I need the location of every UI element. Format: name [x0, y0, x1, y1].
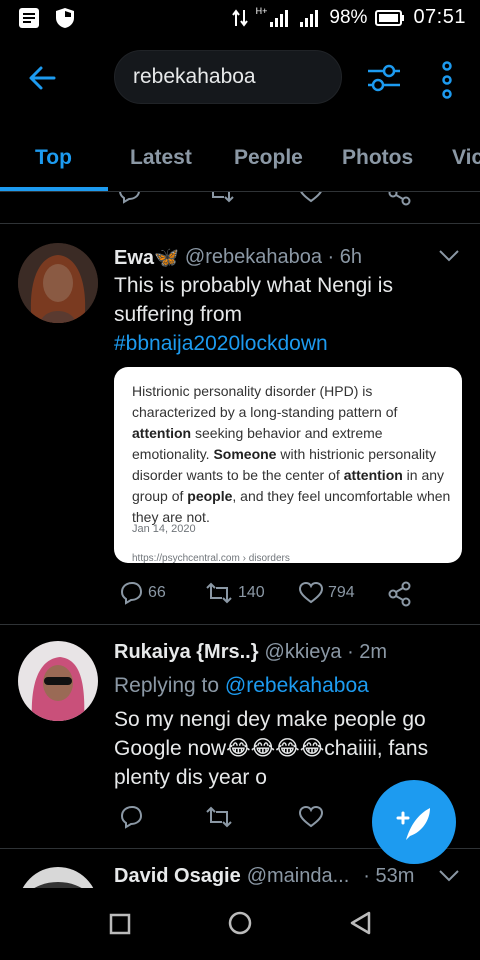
tweet-header: Ewa🦋 @rebekahaboa · 6h	[114, 245, 362, 270]
handle-and-time: @kkieya · 2m	[264, 641, 388, 663]
avatar[interactable]	[18, 641, 98, 721]
tweet-header: David Osagie @mainda... · 53m	[114, 865, 414, 888]
image-text: Histrionic personality disorder (HPD) is…	[132, 383, 451, 525]
retweet-button[interactable]	[204, 805, 234, 829]
like-icon[interactable]	[298, 192, 324, 204]
reply-icon	[120, 805, 143, 829]
tweet-text: This is probably what Nengi is suffering…	[114, 271, 444, 358]
share-icon	[388, 581, 411, 607]
avatar[interactable]	[18, 243, 98, 323]
tweet-actions: 66 140 794	[114, 581, 434, 611]
previous-tweet-actions	[0, 192, 480, 224]
like-icon	[298, 581, 324, 604]
signal-icon	[270, 9, 289, 27]
like-icon	[298, 805, 324, 828]
retweet-icon	[206, 806, 232, 828]
home-icon[interactable]	[227, 910, 253, 936]
replying-label: Replying to	[114, 674, 225, 697]
tab-top[interactable]: Top	[35, 146, 72, 170]
tweet[interactable]: Ewa🦋 @rebekahaboa · 6h This is probably …	[0, 225, 480, 625]
signal-icon-2	[300, 9, 319, 27]
display-name[interactable]: Ewa🦋	[114, 245, 179, 270]
reply-count: 66	[148, 584, 166, 601]
image-url: https://psychcentral.com › disorders	[132, 553, 290, 563]
clock: 07:51	[413, 6, 466, 28]
avatar[interactable]	[18, 867, 98, 888]
filter-icon[interactable]	[364, 60, 404, 96]
hashtag-link[interactable]: #bbnaija2020lockdown	[114, 332, 328, 355]
retweet-icon	[206, 582, 232, 604]
status-bar: H+ 98% 07:51	[0, 0, 480, 36]
more-options-icon[interactable]	[436, 60, 458, 100]
like-count: 794	[328, 584, 355, 601]
recent-apps-icon[interactable]	[108, 912, 132, 936]
chevron-down-icon[interactable]	[438, 869, 460, 883]
system-navigation-bar	[0, 888, 480, 960]
tweet-text: So my nengi dey make people go Google no…	[114, 708, 429, 789]
back-icon[interactable]	[348, 910, 374, 936]
tab-videos[interactable]: Vic	[452, 146, 480, 170]
tweet-text-body: This is probably what Nengi is suffering…	[114, 274, 393, 326]
avatar-image	[18, 641, 98, 721]
search-input[interactable]: rebekahaboa	[114, 50, 342, 104]
share-icon[interactable]	[388, 192, 412, 206]
replying-to: Replying to @rebekahaboa	[114, 671, 444, 700]
shield-icon	[56, 8, 74, 28]
message-notification-icon	[19, 8, 39, 28]
tab-photos[interactable]: Photos	[342, 146, 413, 170]
reply-button[interactable]: 66	[118, 581, 166, 605]
reply-mention-link[interactable]: @rebekahaboa	[225, 674, 369, 697]
compose-feather-icon	[396, 808, 430, 840]
like-button[interactable]	[298, 805, 324, 829]
back-arrow-icon[interactable]	[24, 60, 60, 96]
avatar-image	[18, 243, 98, 323]
tweet-header: Rukaiya {Mrs..} @kkieya · 2m	[114, 641, 387, 664]
network-type-label: H+	[255, 5, 268, 16]
display-name[interactable]: Rukaiya {Mrs..}	[114, 641, 259, 664]
tab-latest[interactable]: Latest	[130, 146, 192, 170]
tweet-image[interactable]: Histrionic personality disorder (HPD) is…	[114, 367, 462, 563]
share-button[interactable]	[388, 581, 412, 607]
active-tab-indicator	[0, 187, 108, 191]
battery-percent: 98%	[329, 6, 368, 28]
reply-button[interactable]	[118, 805, 144, 829]
reply-icon[interactable]	[116, 192, 142, 204]
retweet-button[interactable]: 140	[204, 581, 265, 605]
handle: @mainda...	[246, 865, 350, 887]
reply-icon	[120, 581, 143, 605]
search-tabs: Top Latest People Photos Vic	[0, 124, 480, 192]
chevron-down-icon[interactable]	[438, 249, 460, 263]
tab-people[interactable]: People	[234, 146, 303, 170]
handle-and-time: @rebekahaboa · 6h	[184, 246, 363, 268]
image-date: Jan 14, 2020	[132, 523, 196, 535]
battery-icon	[375, 9, 405, 26]
search-header: rebekahaboa	[0, 36, 480, 124]
retweet-count: 140	[238, 584, 265, 601]
retweet-icon[interactable]	[206, 192, 236, 204]
timestamp: · 53m	[363, 865, 415, 887]
data-transfer-icon	[231, 8, 248, 27]
like-button[interactable]: 794	[298, 581, 355, 605]
avatar-image	[18, 867, 98, 888]
display-name[interactable]: David Osagie	[114, 865, 241, 888]
compose-tweet-button[interactable]	[372, 780, 456, 864]
